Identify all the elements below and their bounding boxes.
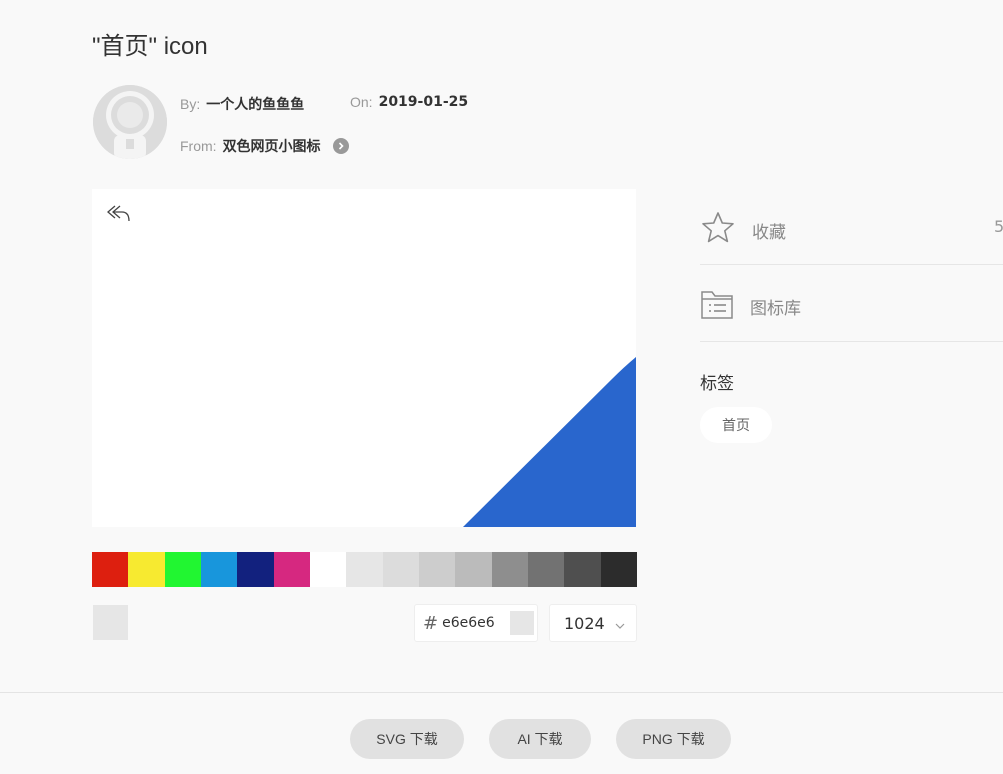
size-select[interactable]: 1024	[549, 604, 637, 642]
color-swatch[interactable]	[128, 552, 165, 587]
date-row: On: 2019-01-25	[350, 94, 468, 110]
star-icon	[700, 210, 736, 251]
source-label: From:	[180, 138, 217, 154]
color-swatch[interactable]	[92, 552, 129, 587]
svg-download-button[interactable]: SVG 下载	[350, 719, 464, 759]
color-swatch[interactable]	[527, 552, 565, 587]
library-label: 图标库	[750, 299, 801, 319]
date-value: 2019-01-25	[378, 94, 469, 110]
astronaut-avatar-icon	[93, 85, 167, 159]
favorite-label: 收藏	[752, 223, 786, 243]
color-swatch[interactable]	[564, 552, 601, 587]
color-swatch[interactable]	[164, 552, 201, 587]
chevron-down-icon	[615, 614, 625, 633]
color-swatch[interactable]	[309, 552, 347, 587]
color-swatch[interactable]	[600, 552, 637, 587]
source-library-link[interactable]: 双色网页小图标	[223, 136, 321, 156]
home-icon-preview	[463, 357, 636, 527]
footer-divider	[0, 692, 1003, 693]
color-swatch[interactable]	[418, 552, 456, 587]
hash-symbol: #	[423, 612, 439, 634]
chevron-right-icon[interactable]	[332, 138, 349, 154]
color-swatch[interactable]	[382, 552, 419, 587]
date-label: On:	[350, 94, 373, 110]
color-swatch[interactable]	[200, 552, 238, 587]
author-label: By:	[180, 96, 201, 112]
color-swatch[interactable]	[237, 552, 274, 587]
sidebar-divider	[700, 341, 1003, 342]
icon-library-button[interactable]: 图标库	[700, 287, 801, 326]
png-download-button[interactable]: PNG 下载	[616, 719, 731, 759]
source-row: From: 双色网页小图标	[180, 136, 349, 156]
ai-download-button[interactable]: AI 下载	[489, 719, 591, 759]
hex-color-chip	[510, 611, 535, 635]
color-swatch[interactable]	[455, 552, 492, 587]
color-palette	[92, 552, 637, 587]
current-color-swatch	[93, 605, 128, 640]
hex-value[interactable]: e6e6e6	[442, 615, 504, 631]
folder-list-icon	[700, 287, 734, 326]
page-title: "首页" icon	[92, 33, 208, 60]
tag-chip[interactable]: 首页	[700, 407, 772, 443]
favorite-button[interactable]: 收藏	[700, 210, 786, 251]
icon-detail-page: "首页" icon By: 一个人的鱼鱼鱼 On: 2019-01-25 Fro…	[0, 0, 1003, 774]
tags-heading: 标签	[700, 374, 734, 394]
author-row: By: 一个人的鱼鱼鱼	[180, 94, 304, 114]
color-swatch[interactable]	[346, 552, 383, 587]
color-hex-input[interactable]: # e6e6e6	[414, 604, 538, 642]
size-value: 1024	[564, 613, 605, 633]
color-swatch[interactable]	[273, 552, 310, 587]
favorite-count: 5	[994, 217, 1003, 236]
author-avatar[interactable]	[93, 85, 167, 159]
color-swatch[interactable]	[491, 552, 528, 587]
author-name-link[interactable]: 一个人的鱼鱼鱼	[206, 94, 304, 114]
icon-preview	[92, 189, 636, 527]
sidebar-divider	[700, 264, 1003, 265]
